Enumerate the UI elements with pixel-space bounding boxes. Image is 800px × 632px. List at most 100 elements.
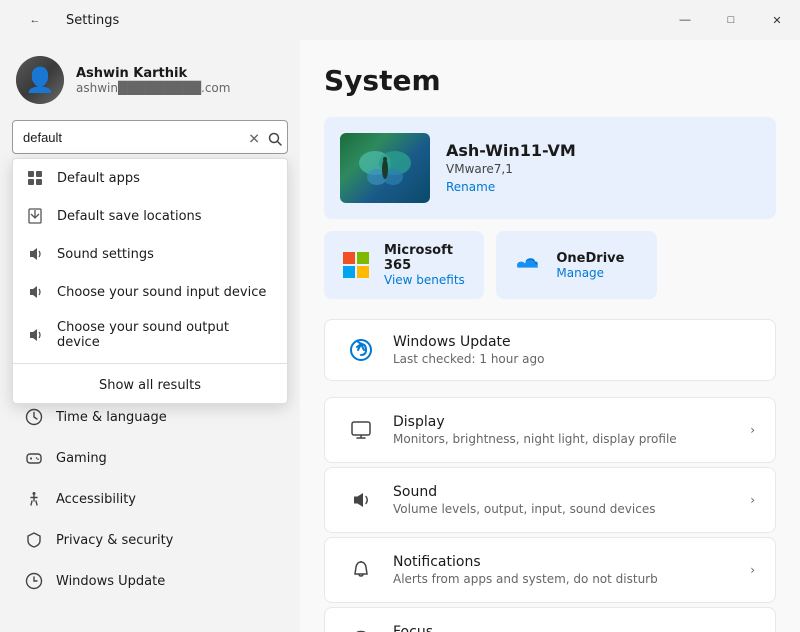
dropdown-item-label: Default save locations bbox=[57, 209, 202, 224]
microsoft365-icon bbox=[340, 249, 372, 281]
close-button[interactable]: ✕ bbox=[754, 0, 800, 40]
windows-update-card[interactable]: Windows Update Last checked: 1 hour ago bbox=[324, 319, 776, 381]
dropdown-item-default-apps[interactable]: Default apps bbox=[13, 159, 287, 197]
avatar-image bbox=[16, 56, 64, 104]
focus-icon bbox=[345, 624, 377, 632]
dropdown-item-label: Choose your sound output device bbox=[57, 320, 275, 350]
system-cards: Ash-Win11-VM VMware7,1 Rename bbox=[324, 117, 776, 299]
sidebar: Ashwin Karthik ashwin█████████.com ✕ bbox=[0, 40, 300, 632]
chevron-right-icon: › bbox=[750, 493, 755, 507]
sidebar-item-windows-update[interactable]: Windows Update bbox=[8, 561, 292, 601]
system-sub: VMware7,1 bbox=[446, 162, 576, 176]
maximize-button[interactable]: □ bbox=[708, 0, 754, 40]
settings-item-title: Notifications bbox=[393, 554, 750, 570]
sound-icon bbox=[345, 484, 377, 516]
dropdown-item-label: Choose your sound input device bbox=[57, 285, 266, 300]
chevron-right-icon: › bbox=[750, 423, 755, 437]
sidebar-item-label: Windows Update bbox=[56, 574, 165, 589]
game-icon bbox=[24, 448, 44, 468]
microsoft365-card[interactable]: Microsoft 365 View benefits bbox=[324, 231, 484, 299]
dropdown-item-sound-output[interactable]: Choose your sound output device bbox=[13, 311, 287, 359]
service-info: OneDrive Manage bbox=[556, 251, 624, 280]
search-dropdown: Default apps Default save locations bbox=[12, 158, 288, 404]
titlebar: ← Settings — □ ✕ bbox=[0, 0, 800, 40]
dropdown-item-label: Sound settings bbox=[57, 247, 154, 262]
update-subtitle: Last checked: 1 hour ago bbox=[393, 352, 755, 366]
settings-item-focus[interactable]: Focus Reduce distractions › bbox=[324, 607, 776, 632]
sidebar-item-label: Gaming bbox=[56, 451, 107, 466]
settings-item-notifications[interactable]: Notifications Alerts from apps and syste… bbox=[324, 537, 776, 603]
butterfly-icon bbox=[355, 143, 415, 193]
settings-item-title: Sound bbox=[393, 484, 750, 500]
user-name: Ashwin Karthik bbox=[76, 66, 230, 81]
content-area: System Ash-Win11-VM VMware7,1 bbox=[300, 40, 800, 632]
chevron-right-icon: › bbox=[750, 563, 755, 577]
dropdown-item-sound-input[interactable]: Choose your sound input device bbox=[13, 273, 287, 311]
system-name: Ash-Win11-VM bbox=[446, 141, 576, 160]
onedrive-icon bbox=[512, 249, 544, 281]
show-all-results-button[interactable]: Show all results bbox=[13, 368, 287, 403]
rename-link[interactable]: Rename bbox=[446, 180, 495, 194]
titlebar-title: Settings bbox=[66, 13, 119, 28]
system-card-info: Ash-Win11-VM VMware7,1 Rename bbox=[446, 141, 576, 195]
sidebar-item-label: Time & language bbox=[56, 410, 167, 425]
default-apps-icon bbox=[25, 168, 45, 188]
service-cards: Microsoft 365 View benefits OneDrive Man… bbox=[324, 231, 657, 299]
page-title: System bbox=[324, 64, 776, 97]
sidebar-item-gaming[interactable]: Gaming bbox=[8, 438, 292, 478]
app-window: Ashwin Karthik ashwin█████████.com ✕ bbox=[0, 40, 800, 632]
service-name: OneDrive bbox=[556, 251, 624, 266]
titlebar-left: ← Settings bbox=[12, 0, 119, 40]
dropdown-divider bbox=[13, 363, 287, 364]
update-icon bbox=[24, 571, 44, 591]
service-name: Microsoft 365 bbox=[384, 243, 468, 273]
settings-item-title: Display bbox=[393, 414, 750, 430]
accessibility-icon bbox=[24, 489, 44, 509]
dropdown-item-sound-settings[interactable]: Sound settings bbox=[13, 235, 287, 273]
windows-update-icon bbox=[345, 334, 377, 366]
settings-item-sound[interactable]: Sound Volume levels, output, input, soun… bbox=[324, 467, 776, 533]
update-text: Windows Update Last checked: 1 hour ago bbox=[393, 334, 755, 366]
sidebar-item-label: Privacy & security bbox=[56, 533, 173, 548]
sidebar-item-accessibility[interactable]: Accessibility bbox=[8, 479, 292, 519]
service-link[interactable]: View benefits bbox=[384, 273, 468, 287]
sound-output-icon bbox=[25, 325, 45, 345]
search-icon bbox=[268, 132, 282, 146]
user-info: Ashwin Karthik ashwin█████████.com bbox=[76, 66, 230, 95]
minimize-button[interactable]: — bbox=[662, 0, 708, 40]
onedrive-card[interactable]: OneDrive Manage bbox=[496, 231, 656, 299]
sidebar-item-label: Accessibility bbox=[56, 492, 136, 507]
dropdown-item-label: Default apps bbox=[57, 171, 140, 186]
settings-list: Display Monitors, brightness, night ligh… bbox=[324, 397, 776, 632]
back-button[interactable]: ← bbox=[12, 0, 58, 40]
service-link[interactable]: Manage bbox=[556, 266, 624, 280]
search-input[interactable] bbox=[12, 120, 288, 154]
search-icon-button[interactable] bbox=[268, 132, 282, 146]
settings-item-title: Focus bbox=[393, 624, 750, 632]
search-container: ✕ De bbox=[0, 116, 300, 162]
titlebar-controls: — □ ✕ bbox=[662, 0, 800, 40]
sound-input-icon bbox=[25, 282, 45, 302]
clock-icon bbox=[24, 407, 44, 427]
settings-item-text: Display Monitors, brightness, night ligh… bbox=[393, 414, 750, 446]
sidebar-item-privacy[interactable]: Privacy & security bbox=[8, 520, 292, 560]
notifications-icon bbox=[345, 554, 377, 586]
dropdown-item-default-save[interactable]: Default save locations bbox=[13, 197, 287, 235]
settings-item-subtitle: Volume levels, output, input, sound devi… bbox=[393, 502, 750, 516]
user-email: ashwin█████████.com bbox=[76, 81, 230, 95]
settings-item-text: Sound Volume levels, output, input, soun… bbox=[393, 484, 750, 516]
shield-icon bbox=[24, 530, 44, 550]
back-icon: ← bbox=[30, 14, 41, 26]
sidebar-nav: Time & language Gaming bbox=[0, 392, 300, 624]
settings-item-text: Notifications Alerts from apps and syste… bbox=[393, 554, 750, 586]
system-card-image bbox=[340, 133, 430, 203]
settings-item-text: Focus Reduce distractions bbox=[393, 624, 750, 632]
display-icon bbox=[345, 414, 377, 446]
avatar bbox=[16, 56, 64, 104]
settings-item-display[interactable]: Display Monitors, brightness, night ligh… bbox=[324, 397, 776, 463]
update-title: Windows Update bbox=[393, 334, 755, 350]
search-clear-button[interactable]: ✕ bbox=[248, 131, 260, 148]
settings-item-subtitle: Alerts from apps and system, do not dist… bbox=[393, 572, 750, 586]
default-save-icon bbox=[25, 206, 45, 226]
service-info: Microsoft 365 View benefits bbox=[384, 243, 468, 287]
